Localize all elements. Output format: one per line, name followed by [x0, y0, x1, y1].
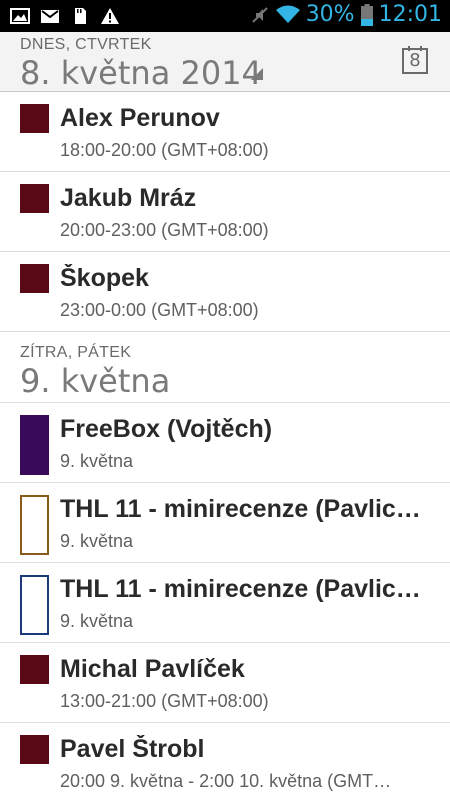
event-time: 9. května [60, 531, 134, 551]
event-item[interactable]: Jakub Mráz 20:00-23:00 (GMT+08:00) [0, 172, 450, 252]
event-title: Alex Perunov [60, 104, 220, 132]
event-item[interactable]: THL 11 - minirecenze (Pavlic… 9. května [0, 483, 450, 563]
wifi-icon [275, 5, 300, 23]
event-color-swatch [20, 495, 49, 555]
event-time: 13:00-21:00 (GMT+08:00) [60, 691, 269, 711]
event-color-swatch [20, 415, 49, 475]
dropdown-arrow-icon[interactable] [251, 68, 263, 80]
gmail-icon [41, 10, 59, 23]
battery-icon [360, 3, 373, 26]
day-header-tomorrow: ZÍTRA, PÁTEK 9. května [0, 332, 450, 403]
event-title: THL 11 - minirecenze (Pavlic… [60, 495, 421, 523]
event-color-swatch [20, 264, 49, 293]
event-color-swatch [20, 184, 49, 213]
event-title: Pavel Štrobl [60, 735, 205, 763]
date-title: 9. května [20, 362, 171, 400]
event-time: 20:00 9. května - 2:00 10. května (GMT… [60, 771, 392, 791]
battery-percent: 30% [305, 2, 355, 27]
event-item[interactable]: FreeBox (Vojtěch) 9. května [0, 403, 450, 483]
today-button[interactable]: 8 [400, 45, 430, 75]
event-item[interactable]: Škopek 23:00-0:00 (GMT+08:00) [0, 252, 450, 332]
event-title: Škopek [60, 264, 149, 292]
mute-icon [251, 6, 268, 23]
event-item[interactable]: THL 11 - minirecenze (Pavlic… 9. května [0, 563, 450, 643]
event-title: FreeBox (Vojtěch) [60, 415, 273, 443]
day-label: ZÍTRA, PÁTEK [20, 344, 132, 361]
event-title: Michal Pavlíček [60, 655, 245, 683]
event-time: 9. května [60, 451, 134, 471]
event-title: Jakub Mráz [60, 184, 197, 212]
today-number: 8 [409, 50, 421, 71]
event-time: 23:00-0:00 (GMT+08:00) [60, 300, 259, 320]
event-item[interactable]: Pavel Štrobl 20:00 9. května - 2:00 10. … [0, 723, 450, 800]
event-title: THL 11 - minirecenze (Pavlic… [60, 575, 421, 603]
date-header[interactable]: DNES, CTVRTEK 8. května 2014 8 [0, 32, 450, 92]
status-bar: 30% 12:01 [0, 0, 450, 32]
event-item[interactable]: Michal Pavlíček 13:00-21:00 (GMT+08:00) [0, 643, 450, 723]
event-color-swatch [20, 104, 49, 133]
event-time: 9. května [60, 611, 134, 631]
event-color-swatch [20, 655, 49, 684]
sd-card-icon [75, 8, 86, 24]
day-label: DNES, CTVRTEK [20, 36, 152, 53]
agenda-list[interactable]: Alex Perunov 18:00-20:00 (GMT+08:00) Jak… [0, 92, 450, 800]
event-item[interactable]: Alex Perunov 18:00-20:00 (GMT+08:00) [0, 92, 450, 172]
clock: 12:01 [378, 2, 442, 27]
event-color-swatch [20, 575, 49, 635]
event-time: 18:00-20:00 (GMT+08:00) [60, 140, 269, 160]
event-time: 20:00-23:00 (GMT+08:00) [60, 220, 269, 240]
image-icon [10, 8, 30, 24]
date-title[interactable]: 8. května 2014 [20, 54, 262, 92]
event-color-swatch [20, 735, 49, 764]
warning-icon [101, 8, 119, 24]
